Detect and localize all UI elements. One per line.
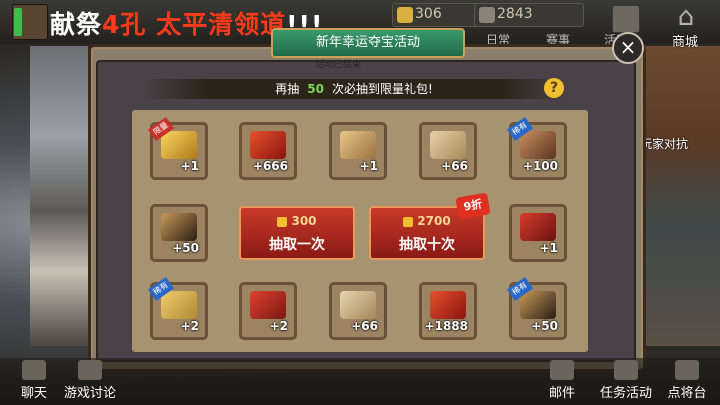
notice-suffix: 次必抽到限量礼包! <box>331 82 433 96</box>
reward-item[interactable]: 限量 +1 <box>147 116 208 180</box>
silhouette-cards-icon <box>520 291 556 319</box>
gold-coin-icon <box>277 216 288 227</box>
chat-label: 聊天 <box>20 386 47 401</box>
scroll-map-icon <box>430 131 466 159</box>
mail-label: 邮件 <box>548 386 575 401</box>
banner-suffix: 太平清领道 <box>156 10 287 39</box>
tasks-label: 任务活动 <box>599 386 652 401</box>
reward-item[interactable]: +1 <box>509 204 567 262</box>
close-button[interactable]: × <box>612 32 644 64</box>
reward-quantity: +100 <box>522 159 558 173</box>
reward-quantity: +66 <box>441 159 468 173</box>
forum-label: 游戏讨论 <box>63 386 116 401</box>
red-gem-icon <box>250 131 286 159</box>
scroll-bundle-icon <box>340 291 376 319</box>
mail-button[interactable]: 邮件 <box>546 360 578 401</box>
remaining-draws: 50 <box>307 82 324 96</box>
reward-quantity: +50 <box>172 241 199 255</box>
reward-quantity: +666 <box>252 159 288 173</box>
reward-quantity: +1888 <box>424 319 468 333</box>
honor-value: 2843 <box>497 6 533 22</box>
chat-icon <box>22 360 46 380</box>
reward-quantity: +50 <box>531 319 558 333</box>
silhouette-cards-icon <box>161 213 197 241</box>
gold-coin-icon <box>397 7 413 23</box>
cost-value: 2700 <box>417 214 451 228</box>
banner-prefix: 献祭 <box>50 10 103 39</box>
reward-item[interactable]: 稀有 +100 <box>506 116 567 180</box>
forum-button[interactable]: 游戏讨论 <box>62 360 118 401</box>
panel-title: 新年幸运夺宝活动 <box>271 28 465 58</box>
background-side-art <box>640 46 720 346</box>
reward-item[interactable]: +50 <box>150 204 208 262</box>
free-ticket-icon <box>161 291 197 319</box>
vip-indicator <box>14 8 22 36</box>
honor-resource: 2843 <box>474 3 584 27</box>
draw-once-cost: 300 <box>241 214 353 228</box>
background-city-art <box>30 46 88 346</box>
reward-item[interactable]: 稀有 +2 <box>147 276 208 340</box>
reward-quantity: +2 <box>180 319 199 333</box>
gold-value: 306 <box>415 6 442 22</box>
chat-button[interactable]: 聊天 <box>14 360 54 401</box>
red-pouch-icon <box>250 291 286 319</box>
general-cards-icon <box>520 131 556 159</box>
shop-label[interactable]: 商城 <box>672 31 698 50</box>
event-status: 活动已结束 <box>316 60 362 70</box>
reward-quantity: +1 <box>180 159 199 173</box>
money-bag-icon <box>340 131 376 159</box>
notice-prefix: 再抽 <box>275 82 300 96</box>
reward-quantity: +1 <box>359 159 378 173</box>
gold-coin-icon <box>403 216 414 227</box>
red-gem-icon <box>430 291 466 319</box>
reward-item[interactable]: +666 <box>239 122 297 180</box>
pvp-label[interactable]: 玩家对抗 <box>640 135 688 152</box>
draw-once-button[interactable]: 300 抽取一次 <box>239 206 355 260</box>
banner-highlight: 4孔 <box>102 10 147 39</box>
help-icon[interactable]: ? <box>544 78 564 98</box>
reward-item[interactable]: +2 <box>239 282 297 340</box>
task-icon <box>614 360 638 380</box>
reward-item[interactable]: +1 <box>329 122 387 180</box>
reward-item[interactable]: 稀有 +50 <box>506 276 567 340</box>
people-icon <box>78 360 102 380</box>
gift-icon[interactable] <box>612 5 640 33</box>
reward-quantity: +66 <box>351 319 378 333</box>
draw-ten-label: 抽取十次 <box>399 237 455 253</box>
shop-pagoda-icon[interactable]: ⌂ <box>669 2 703 32</box>
reward-item[interactable]: +1888 <box>419 282 477 340</box>
tasks-button[interactable]: 任务活动 <box>596 360 656 401</box>
pity-notice: 再抽 50 次必抽到限量礼包! <box>142 79 566 99</box>
cost-value: 300 <box>291 214 317 228</box>
reward-item[interactable]: +66 <box>329 282 387 340</box>
mail-icon <box>550 360 574 380</box>
reward-quantity: +1 <box>539 241 558 255</box>
generals-button[interactable]: 点将台 <box>664 360 710 401</box>
star-icon <box>479 7 495 23</box>
gold-chest-icon <box>161 131 197 159</box>
reward-quantity: +2 <box>269 319 288 333</box>
reward-item[interactable]: +66 <box>419 122 477 180</box>
generals-icon <box>675 360 699 380</box>
generals-label: 点将台 <box>667 386 707 401</box>
draw-once-label: 抽取一次 <box>269 237 325 253</box>
red-bag-icon <box>520 213 556 241</box>
